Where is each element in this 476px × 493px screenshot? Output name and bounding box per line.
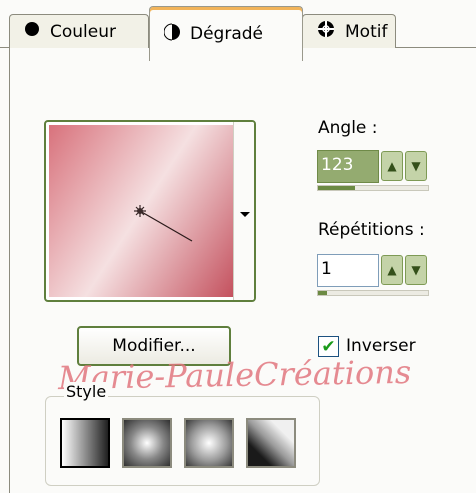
tab-baseline-left — [0, 47, 9, 48]
half-circle-icon — [163, 23, 180, 46]
repetitions-slider[interactable] — [317, 290, 429, 296]
repetitions-dropdown-icon[interactable]: ▼ — [405, 255, 427, 285]
panel-left-border — [9, 47, 10, 493]
angle-center-marker[interactable] — [134, 205, 146, 217]
tab-motif[interactable]: Motif — [302, 14, 396, 48]
pattern-ball-icon — [317, 20, 335, 43]
tab-degrade[interactable]: Dégradé — [149, 6, 303, 61]
repetitions-slider-fill — [318, 291, 327, 295]
style-group-title: Style — [64, 382, 109, 401]
tab-couleur-label: Couleur — [50, 21, 116, 42]
angle-handle[interactable] — [46, 122, 236, 302]
gradient-dropdown-strip[interactable] — [233, 122, 254, 300]
angle-label: Angle : — [318, 118, 378, 138]
style-linear-button[interactable] — [60, 418, 110, 468]
style-rectangular-button[interactable] — [122, 418, 172, 468]
repetitions-input[interactable]: 1 — [317, 254, 379, 287]
gradient-preview[interactable] — [44, 120, 256, 302]
solid-circle-icon — [24, 21, 40, 42]
angle-spinner[interactable]: ▲ ▼ — [381, 151, 427, 181]
repetitions-label: Répétitions : — [318, 220, 425, 240]
tab-motif-label: Motif — [345, 21, 388, 42]
style-radial-button[interactable] — [184, 418, 234, 468]
tab-couleur[interactable]: Couleur — [9, 14, 149, 48]
tab-degrade-label: Dégradé — [190, 24, 263, 44]
dropdown-arrow-icon[interactable] — [240, 212, 250, 217]
angle-slider-fill — [318, 186, 356, 190]
angle-dropdown-icon[interactable]: ▼ — [405, 151, 427, 181]
tab-baseline-right — [396, 47, 476, 48]
watermark-signature: Marie-PauleCréations — [57, 352, 412, 398]
tab-strip: Couleur Dégradé Motif — [0, 0, 476, 61]
repetitions-spin-icon[interactable]: ▲ — [381, 255, 403, 285]
style-angular-button[interactable] — [246, 418, 296, 468]
repetitions-spinner[interactable]: ▲ ▼ — [381, 255, 427, 285]
angle-slider[interactable] — [317, 185, 429, 191]
angle-input[interactable]: 123 — [317, 150, 379, 183]
angle-spin-icon[interactable]: ▲ — [381, 151, 403, 181]
